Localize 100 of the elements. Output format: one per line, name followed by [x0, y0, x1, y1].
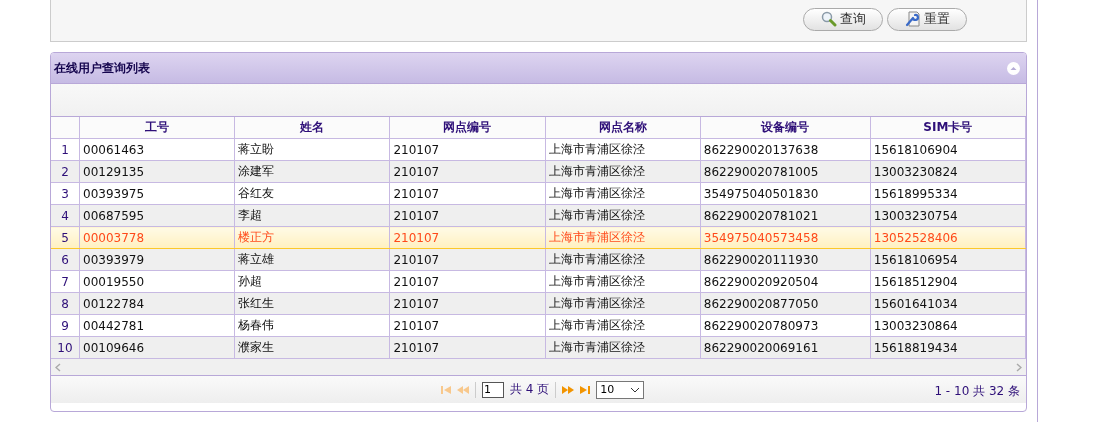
- horizontal-scrollbar[interactable]: [51, 359, 1026, 376]
- table-cell: 00109646: [79, 336, 235, 359]
- table-row[interactable]: 9 00442781 杨春伟 210107 上海市青浦区徐泾 862290020780973 13003230864: [51, 314, 1026, 337]
- table-cell: 00442781: [79, 314, 235, 337]
- row-number: 6: [51, 248, 80, 271]
- table-cell: 13003230824: [870, 160, 1026, 183]
- table-cell: 13003230864: [870, 314, 1026, 337]
- column-header[interactable]: SIM卡号: [870, 117, 1026, 139]
- table-cell: 00687595: [79, 204, 235, 227]
- table-cell: 354975040501830: [700, 182, 871, 205]
- total-pages-label: 共 4 页: [510, 381, 550, 398]
- table-cell: 862290020111930: [700, 248, 871, 271]
- record-count-label: 1 - 10 共 32 条: [934, 383, 1020, 400]
- table-cell: 上海市青浦区徐泾: [545, 292, 701, 315]
- table-cell: 上海市青浦区徐泾: [545, 248, 701, 271]
- wrench-document-icon: [904, 11, 921, 27]
- table-cell: 210107: [389, 204, 546, 227]
- page-number-field[interactable]: 1: [482, 381, 504, 398]
- table-row[interactable]: 10 00109646 濮家生 210107 上海市青浦区徐泾 862290020069161 15618819434: [51, 336, 1026, 359]
- column-header[interactable]: 设备编号: [700, 117, 871, 139]
- table-cell: 210107: [389, 160, 546, 183]
- row-number: 10: [51, 336, 80, 359]
- table-cell: 杨春伟: [234, 314, 390, 337]
- next-page-icon[interactable]: [562, 385, 575, 394]
- first-page-icon[interactable]: [441, 385, 451, 394]
- table-cell: 210107: [389, 248, 546, 271]
- row-number: 4: [51, 204, 80, 227]
- table-cell: 210107: [389, 138, 546, 161]
- table-cell: 210107: [389, 226, 546, 249]
- row-number: 8: [51, 292, 80, 315]
- table-cell: 210107: [389, 314, 546, 337]
- search-icon: [820, 11, 837, 27]
- table-cell: 蒋立雄: [234, 248, 390, 271]
- table-cell: 210107: [389, 336, 546, 359]
- table-cell: 上海市青浦区徐泾: [545, 336, 701, 359]
- table-cell: 13003230754: [870, 204, 1026, 227]
- table-cell: 谷红友: [234, 182, 390, 205]
- table-cell: 00122784: [79, 292, 235, 315]
- table-row[interactable]: 1 00061463 蒋立盼 210107 上海市青浦区徐泾 862290020137638 15618106904: [51, 138, 1026, 161]
- table-cell: 张红生: [234, 292, 390, 315]
- table-cell: 孙超: [234, 270, 390, 293]
- table-cell: 00019550: [79, 270, 235, 293]
- table-cell: 上海市青浦区徐泾: [545, 138, 701, 161]
- table-cell: 862290020069161: [700, 336, 871, 359]
- table-cell: 862290020137638: [700, 138, 871, 161]
- column-header[interactable]: 网点编号: [389, 117, 546, 139]
- table-cell: 862290020781021: [700, 204, 871, 227]
- row-number: 1: [51, 138, 80, 161]
- row-number: 7: [51, 270, 80, 293]
- table-cell: 210107: [389, 270, 546, 293]
- table-cell: 00393979: [79, 248, 235, 271]
- row-number: 2: [51, 160, 80, 183]
- table-cell: 15618995334: [870, 182, 1026, 205]
- column-header[interactable]: 姓名: [234, 117, 390, 139]
- grid-title: 在线用户查询列表: [54, 59, 150, 77]
- search-button[interactable]: 查询: [803, 7, 883, 31]
- table-row[interactable]: 7 00019550 孙超 210107 上海市青浦区徐泾 862290020920504 15618512904: [51, 270, 1026, 293]
- caret-icon: [630, 386, 641, 393]
- table-cell: 上海市青浦区徐泾: [545, 226, 701, 249]
- table-cell: 15618512904: [870, 270, 1026, 293]
- table-cell: 862290020920504: [700, 270, 871, 293]
- column-header[interactable]: 网点名称: [545, 117, 701, 139]
- table-row[interactable]: 4 00687595 李超 210107 上海市青浦区徐泾 862290020781021 13003230754: [51, 204, 1026, 227]
- collapse-icon[interactable]: [1007, 61, 1020, 75]
- table-cell: 862290020877050: [700, 292, 871, 315]
- page-size-select[interactable]: 10: [596, 380, 645, 399]
- table-cell: 354975040573458: [700, 226, 871, 249]
- table-cell: 862290020781005: [700, 160, 871, 183]
- column-header[interactable]: 工号: [79, 117, 235, 139]
- scroll-left-icon[interactable]: [55, 362, 61, 372]
- row-number: 5: [51, 226, 80, 249]
- last-page-icon[interactable]: [580, 385, 591, 394]
- table-row[interactable]: 6 00393979 蒋立雄 210107 上海市青浦区徐泾 862290020111930 15618106954: [51, 248, 1026, 271]
- table-cell: 00393975: [79, 182, 235, 205]
- table-cell: 上海市青浦区徐泾: [545, 160, 701, 183]
- scroll-right-icon[interactable]: [1016, 362, 1022, 372]
- table-cell: 蒋立盼: [234, 138, 390, 161]
- table-row[interactable]: 2 00129135 涂建军 210107 上海市青浦区徐泾 862290020781005 13003230824: [51, 160, 1026, 183]
- table-row[interactable]: 3 00393975 谷红友 210107 上海市青浦区徐泾 354975040501830 15618995334: [51, 182, 1026, 205]
- table-cell: 00061463: [79, 138, 235, 161]
- table-cell: 15618106904: [870, 138, 1026, 161]
- table-cell: 210107: [389, 292, 546, 315]
- table-cell: 上海市青浦区徐泾: [545, 204, 701, 227]
- table-cell: 862290020780973: [700, 314, 871, 337]
- table-cell: 上海市青浦区徐泾: [545, 314, 701, 337]
- table-cell: 15618106954: [870, 248, 1026, 271]
- table-cell: 濮家生: [234, 336, 390, 359]
- previous-page-icon[interactable]: [457, 385, 469, 394]
- table-cell: 上海市青浦区徐泾: [545, 182, 701, 205]
- row-number: 3: [51, 182, 80, 205]
- row-number: 9: [51, 314, 80, 337]
- table-cell: 楼正方: [234, 226, 390, 249]
- table-cell: 00003778: [79, 226, 235, 249]
- table-cell: 15601641034: [870, 292, 1026, 315]
- table-row[interactable]: 5 00003778 楼正方 210107 上海市青浦区徐泾 354975040573458 13052528406: [51, 226, 1026, 249]
- table-cell: 00129135: [79, 160, 235, 183]
- reset-button[interactable]: 重置: [887, 7, 967, 31]
- table-cell: 13052528406: [870, 226, 1026, 249]
- table-row[interactable]: 8 00122784 张红生 210107 上海市青浦区徐泾 862290020877050 15601641034: [51, 292, 1026, 315]
- table-cell: 李超: [234, 204, 390, 227]
